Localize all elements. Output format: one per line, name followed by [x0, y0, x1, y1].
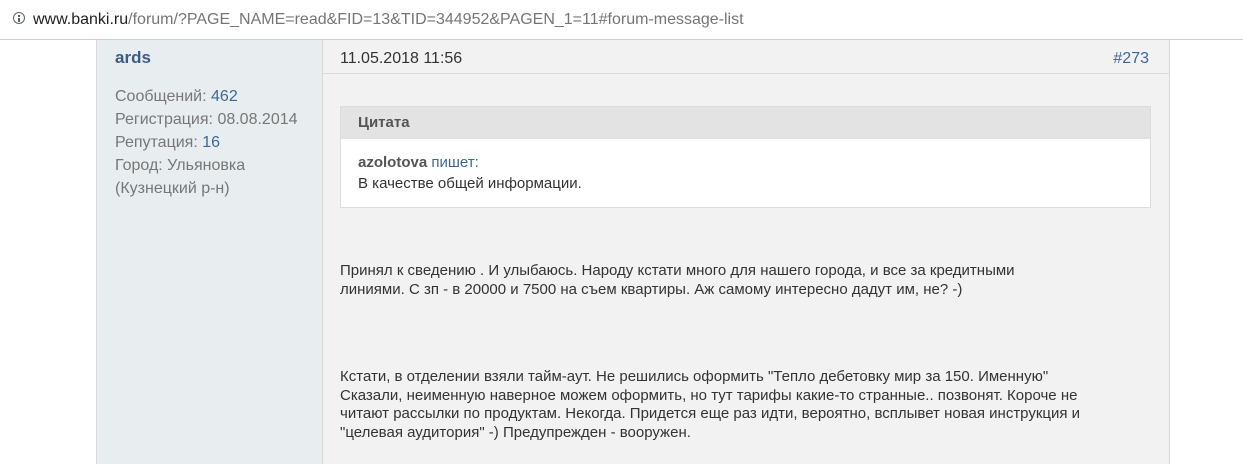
- address-bar[interactable]: www.banki.ru/forum/?PAGE_NAME=read&FID=1…: [0, 0, 1243, 40]
- post-date: 11.05.2018 11:56: [340, 50, 463, 67]
- url-text[interactable]: www.banki.ru/forum/?PAGE_NAME=read&FID=1…: [33, 10, 744, 30]
- post-header-divider: [323, 73, 1169, 74]
- message-line: Сказали, неименную наверное можем оформи…: [340, 386, 1078, 404]
- info-icon[interactable]: [13, 12, 25, 24]
- author-info: Сообщений: 462 Регистрация: 08.08.2014 Р…: [115, 85, 315, 200]
- author-reputation: Репутация: 16: [115, 131, 315, 154]
- author-name-link[interactable]: ards: [115, 48, 151, 68]
- quote-title: Цитата: [341, 107, 1150, 139]
- message-line: читают рассылки по продуктам. Некогда. П…: [340, 405, 1081, 422]
- reputation-label: Репутация:: [115, 134, 198, 151]
- quote-text: В качестве общей информации.: [358, 175, 582, 192]
- messages-count-link[interactable]: 462: [211, 88, 238, 105]
- author-city: Город: Ульяновка: [115, 154, 315, 177]
- quote-writes: пишет:: [431, 154, 479, 171]
- post-content: 11.05.2018 11:56 #273 Цитата azolotova п…: [323, 40, 1169, 464]
- message-line: "целевая аудитория" -) Предупрежден - во…: [340, 423, 691, 441]
- forum-page: ards Сообщений: 462 Регистрация: 08.08.2…: [0, 40, 1243, 464]
- message-line: Принял к сведению . И улыбаюсь. Народу к…: [340, 262, 1015, 279]
- messages-label: Сообщений:: [115, 88, 207, 105]
- post-number-link[interactable]: #273: [1113, 50, 1149, 68]
- registration-label: Регистрация:: [115, 111, 213, 128]
- city-value: Ульяновка: [167, 157, 246, 174]
- message-paragraph-2: Кстати, в отделении взяли тайм-аут. Не р…: [340, 368, 1130, 442]
- reputation-link[interactable]: 16: [202, 134, 220, 151]
- city-label: Город:: [115, 157, 163, 174]
- quote-author-line: azolotova пишет:: [358, 154, 479, 172]
- author-messages: Сообщений: 462: [115, 85, 315, 108]
- registration-date: 08.08.2014: [217, 111, 298, 128]
- quote-author: azolotova: [358, 154, 428, 171]
- forum-post: ards Сообщений: 462 Регистрация: 08.08.2…: [96, 40, 1170, 464]
- quote-block: Цитата azolotova пишет: В качестве общей…: [340, 106, 1151, 208]
- message-line: линиями. С зп - в 20000 и 7500 на съем к…: [340, 280, 963, 298]
- url-host: www.banki.ru: [33, 11, 129, 28]
- author-panel: ards Сообщений: 462 Регистрация: 08.08.2…: [97, 40, 323, 464]
- author-city-extra: (Кузнецкий р-н): [115, 180, 230, 197]
- message-paragraph-1: Принял к сведению . И улыбаюсь. Народу к…: [340, 262, 1130, 299]
- url-path: /forum/?PAGE_NAME=read&FID=13&TID=344952…: [128, 11, 744, 28]
- author-registration: Регистрация: 08.08.2014: [115, 108, 315, 131]
- message-line: Кстати, в отделении взяли тайм-аут. Не р…: [340, 368, 1049, 385]
